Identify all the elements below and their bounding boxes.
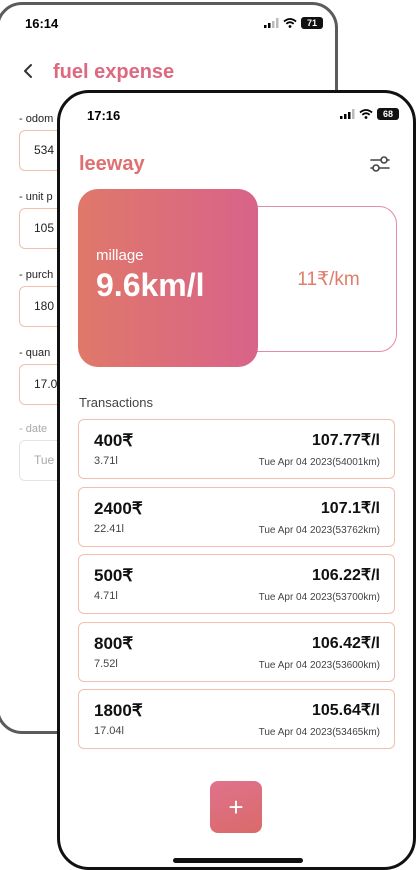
back-chevron-icon[interactable]: [21, 59, 35, 83]
transaction-row[interactable]: 1800₹ 17.04l 105.64₹/l Tue Apr 04 2023(5…: [78, 689, 395, 749]
status-icons: 71: [264, 17, 323, 29]
home-indicator: [173, 858, 303, 863]
transaction-amount: 800₹: [94, 633, 134, 653]
transaction-amount: 400₹: [94, 431, 134, 450]
mileage-card[interactable]: millage 9.6km/l: [78, 189, 258, 367]
signal-icon: [340, 109, 355, 119]
transactions-heading: Transactions: [79, 395, 153, 410]
transaction-quantity: 4.71l: [94, 590, 118, 602]
add-transaction-button[interactable]: +: [210, 781, 262, 833]
transaction-rate: 106.22₹/l: [311, 567, 380, 584]
status-time: 16:14: [25, 16, 59, 31]
transaction-rate: 105.64₹/l: [311, 702, 380, 719]
transaction-row[interactable]: 2400₹ 22.41l 107.1₹/l Tue Apr 04 2023(53…: [78, 486, 395, 547]
mileage-value: 9.6km/l: [96, 267, 205, 303]
transaction-date-odometer: Tue Apr 04 2023(54001km): [258, 457, 380, 468]
transaction-row[interactable]: 400₹ 3.71l 107.77₹/l Tue Apr 04 2023(540…: [78, 419, 395, 479]
transaction-date-odometer: Tue Apr 04 2023(53600km): [258, 659, 380, 671]
transaction-quantity: 7.52l: [94, 657, 118, 670]
transaction-amount: 2400₹: [94, 498, 143, 518]
foreground-phone-screen: 17:16 68 leeway 11₹/km millage 9.6km/l T…: [57, 90, 416, 870]
transaction-quantity: 22.41l: [94, 522, 124, 535]
battery-icon: 68: [377, 108, 399, 120]
transaction-row[interactable]: 500₹ 4.71l 106.22₹/l Tue Apr 04 2023(537…: [78, 554, 395, 614]
filter-sliders-icon[interactable]: [369, 154, 391, 174]
mileage-label: millage: [96, 247, 144, 264]
transaction-rate: 107.1₹/l: [320, 499, 380, 517]
transactions-list: 400₹ 3.71l 107.77₹/l Tue Apr 04 2023(540…: [78, 419, 395, 757]
battery-icon: 71: [301, 17, 323, 29]
transaction-rate: 106.42₹/l: [311, 634, 380, 652]
status-icons: 68: [340, 108, 399, 120]
transaction-amount: 1800₹: [94, 701, 143, 720]
transaction-amount: 500₹: [94, 566, 134, 585]
plus-icon: +: [228, 791, 244, 822]
wifi-icon: [359, 109, 373, 119]
status-time: 17:16: [87, 108, 121, 123]
wifi-icon: [283, 18, 297, 28]
page-title: fuel expense: [53, 61, 175, 83]
cost-per-km-card[interactable]: 11₹/km: [240, 206, 397, 352]
cost-per-km-value: 11₹/km: [297, 268, 360, 290]
transaction-quantity: 3.71l: [94, 455, 118, 467]
transaction-date-odometer: Tue Apr 04 2023(53700km): [258, 592, 380, 603]
app-title: leeway: [79, 153, 145, 175]
transaction-date-odometer: Tue Apr 04 2023(53465km): [258, 727, 380, 738]
transaction-quantity: 17.04l: [94, 725, 124, 737]
transaction-date-odometer: Tue Apr 04 2023(53762km): [258, 524, 380, 536]
transaction-rate: 107.77₹/l: [311, 432, 380, 449]
signal-icon: [264, 18, 279, 28]
transaction-row[interactable]: 800₹ 7.52l 106.42₹/l Tue Apr 04 2023(536…: [78, 621, 395, 682]
